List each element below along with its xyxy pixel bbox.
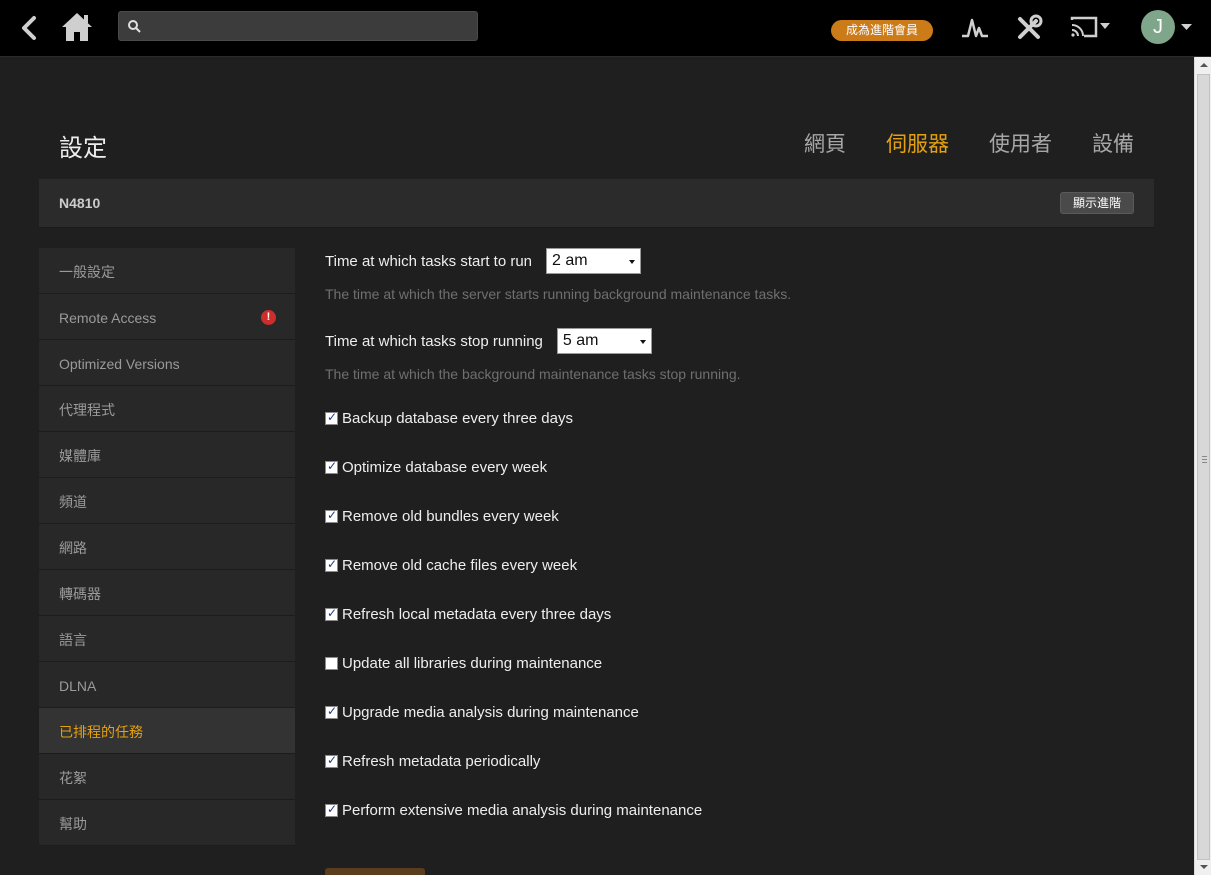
sidebar-item-label: 一般設定 — [59, 264, 115, 280]
tab-devices[interactable]: 設備 — [1092, 128, 1134, 158]
save-button[interactable] — [325, 868, 425, 875]
show-advanced-button[interactable]: 顯示進階 — [1059, 192, 1134, 214]
sidebar-item-label: 網路 — [59, 540, 87, 556]
sidebar-item-label: Remote Access — [59, 310, 157, 326]
sidebar-item-general[interactable]: 一般設定 — [39, 248, 295, 294]
tab-server[interactable]: 伺服器 — [886, 128, 949, 158]
sidebar-item-dlna[interactable]: DLNA — [39, 662, 295, 708]
sidebar-item-languages[interactable]: 語言 — [39, 616, 295, 662]
home-icon[interactable] — [60, 11, 94, 43]
scroll-up-icon[interactable] — [1200, 63, 1208, 67]
checkbox-label: Refresh local metadata every three days — [342, 606, 612, 623]
checkbox-extensive-media-analysis[interactable]: Perform extensive media analysis during … — [325, 802, 702, 819]
checkbox[interactable] — [325, 753, 338, 768]
server-name: N4810 — [59, 195, 101, 211]
checkbox-label: Perform extensive media analysis during … — [342, 802, 703, 819]
scrollbar[interactable] — [1194, 57, 1211, 875]
checkbox[interactable] — [325, 802, 338, 817]
sidebar-item-label: 語言 — [59, 632, 87, 648]
sidebar-item-label: 轉碼器 — [59, 586, 101, 602]
checkbox-label: Refresh metadata periodically — [342, 753, 541, 770]
warning-icon: ! — [261, 310, 276, 325]
checkbox[interactable] — [325, 606, 338, 621]
go-premium-button[interactable]: 成為進階會員 — [831, 20, 933, 41]
stop-time-help: The time at which the background mainten… — [325, 366, 741, 382]
checkbox-label: Backup database every three days — [342, 410, 573, 427]
sidebar-item-label: 媒體庫 — [59, 448, 101, 464]
checkbox-label: Remove old cache files every week — [342, 557, 578, 574]
caret-down-icon — [629, 260, 636, 264]
caret-down-icon — [639, 340, 646, 344]
scroll-down-icon[interactable] — [1200, 865, 1208, 869]
sidebar-item-remote-access[interactable]: Remote Access! — [39, 294, 295, 340]
sidebar-item-help[interactable]: 幫助 — [39, 800, 295, 846]
checkbox-label: Remove old bundles every week — [342, 508, 559, 525]
stop-time-label: Time at which tasks stop running — [325, 332, 543, 350]
sidebar-item-channels[interactable]: 頻道 — [39, 478, 295, 524]
checkbox-refresh-local-metadata[interactable]: Refresh local metadata every three days — [325, 606, 611, 623]
sidebar-item-label: 幫助 — [59, 816, 87, 832]
server-bar: N4810 顯示進階 — [39, 179, 1154, 228]
scrollbar-thumb[interactable] — [1197, 74, 1210, 860]
checkbox-upgrade-media-analysis[interactable]: Upgrade media analysis during maintenanc… — [325, 704, 639, 721]
chevron-left-icon[interactable] — [16, 14, 42, 42]
start-time-help: The time at which the server starts runn… — [325, 286, 792, 302]
activity-icon[interactable] — [961, 14, 989, 42]
settings-tabs: 網頁 伺服器 使用者 設備 — [804, 128, 1134, 158]
sidebar-item-scheduled-tasks[interactable]: 已排程的任務 — [39, 708, 295, 754]
checkbox-update-all-libraries[interactable]: Update all libraries during maintenance — [325, 655, 602, 672]
start-time-select[interactable]: 2 am — [546, 248, 642, 274]
checkbox[interactable] — [325, 557, 338, 572]
tab-web[interactable]: 網頁 — [804, 128, 846, 158]
checkbox[interactable] — [325, 508, 338, 523]
chevron-down-icon[interactable] — [1180, 22, 1193, 32]
checkbox-label: Optimize database every week — [342, 459, 548, 476]
page-title: 設定 — [59, 135, 107, 162]
checkbox-refresh-metadata-periodically[interactable]: Refresh metadata periodically — [325, 753, 540, 770]
checkbox-optimize-database[interactable]: Optimize database every week — [325, 459, 547, 476]
checkbox-label: Upgrade media analysis during maintenanc… — [342, 704, 639, 721]
tools-icon[interactable] — [1015, 14, 1043, 42]
search-input[interactable] — [147, 12, 473, 40]
start-time-setting: Time at which tasks start to run 2 am Th… — [325, 248, 791, 302]
stop-time-value: 5 am — [562, 332, 599, 349]
sidebar-item-extras[interactable]: 花絮 — [39, 754, 295, 800]
sidebar-item-library[interactable]: 媒體庫 — [39, 432, 295, 478]
sidebar-item-label: DLNA — [59, 678, 97, 694]
sidebar-item-optimized-versions[interactable]: Optimized Versions — [39, 340, 295, 386]
stop-time-select[interactable]: 5 am — [556, 328, 652, 354]
cast-icon[interactable] — [1070, 14, 1112, 42]
start-time-label: Time at which tasks start to run — [325, 252, 533, 270]
start-time-value: 2 am — [552, 252, 588, 269]
stop-time-setting: Time at which tasks stop running 5 am Th… — [325, 328, 741, 382]
sidebar-item-network[interactable]: 網路 — [39, 524, 295, 570]
checkbox-remove-old-bundles[interactable]: Remove old bundles every week — [325, 508, 559, 525]
search-box[interactable] — [118, 11, 478, 41]
settings-sidebar: 一般設定 Remote Access! Optimized Versions 代… — [39, 248, 295, 846]
tab-users[interactable]: 使用者 — [989, 128, 1052, 158]
sidebar-item-transcoder[interactable]: 轉碼器 — [39, 570, 295, 616]
checkbox-label: Update all libraries during maintenance — [342, 655, 603, 672]
sidebar-item-label: 花絮 — [59, 770, 87, 786]
grip-icon — [1202, 456, 1207, 463]
checkbox[interactable] — [325, 459, 338, 474]
avatar[interactable]: J — [1141, 10, 1175, 44]
sidebar-item-label: 頻道 — [59, 494, 87, 510]
checkbox[interactable] — [325, 704, 338, 719]
search-icon — [128, 20, 141, 33]
checkbox-remove-old-cache[interactable]: Remove old cache files every week — [325, 557, 577, 574]
sidebar-item-label: 已排程的任務 — [59, 724, 143, 740]
sidebar-item-label: Optimized Versions — [59, 356, 180, 372]
top-bar: 成為進階會員 J — [0, 0, 1211, 57]
sidebar-item-agents[interactable]: 代理程式 — [39, 386, 295, 432]
checkbox[interactable] — [325, 657, 338, 670]
checkbox-backup-database[interactable]: Backup database every three days — [325, 410, 573, 427]
sidebar-item-label: 代理程式 — [59, 402, 115, 418]
checkbox[interactable] — [325, 410, 338, 425]
